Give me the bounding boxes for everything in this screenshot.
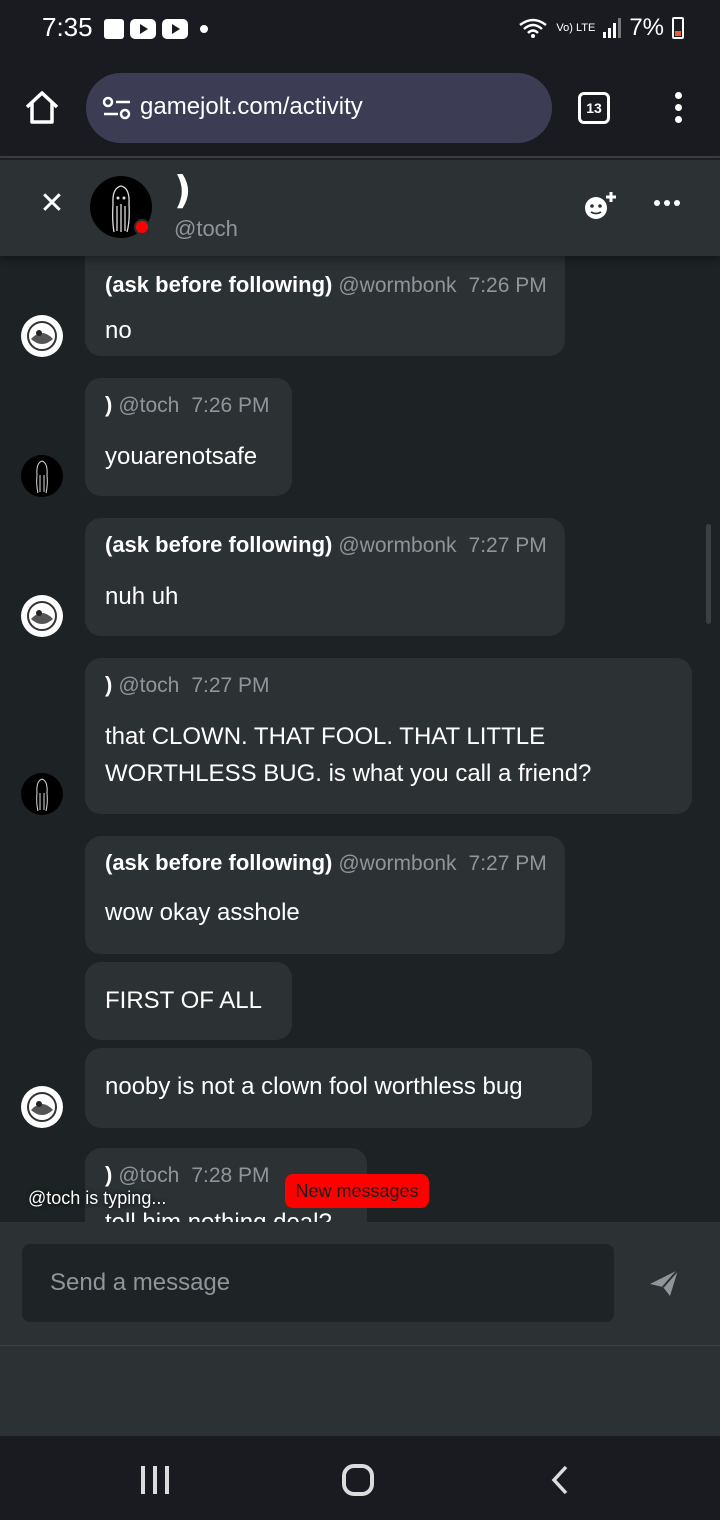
message-username[interactable]: @toch [118, 674, 179, 697]
message-bubble: (ask before following) @wormbonk 7:27 PM w… [85, 836, 565, 954]
home-button-icon[interactable] [342, 1464, 374, 1496]
scrollbar[interactable] [706, 524, 711, 624]
youtube-icon [130, 19, 156, 39]
avatar[interactable] [21, 315, 63, 357]
signal-icon [603, 18, 622, 38]
send-icon[interactable] [648, 1268, 680, 1298]
message-author[interactable]: (ask before following) [105, 532, 332, 557]
battery-icon [672, 17, 684, 39]
close-icon[interactable]: ✕ [38, 189, 66, 219]
message-time: 7:26 PM [191, 394, 270, 417]
composer [0, 1222, 720, 1346]
message-text-line: that CLOWN. THAT FOOL. THAT LITTLE [105, 723, 546, 750]
message-time: 7:28 PM [191, 1164, 270, 1187]
message-input[interactable] [22, 1244, 614, 1322]
message-text: nuh uh [105, 583, 179, 610]
home-icon[interactable] [22, 88, 62, 128]
typing-indicator: @toch is typing... [28, 1188, 167, 1208]
message-bubble: ) @toch 7:26 PM youarenotsafe [85, 378, 292, 496]
message-bubble: ) @toch 7:27 PM that CLOWN. THAT FOOL. THA… [85, 658, 692, 814]
new-messages-button[interactable]: New messages [285, 1174, 429, 1208]
message-bubble: (ask before following) @wormbonk 7:27 PM n… [85, 518, 565, 636]
message-username[interactable]: @wormbonk [338, 534, 456, 557]
recent-apps-icon[interactable] [141, 1466, 169, 1494]
more-notifications-icon [200, 25, 208, 33]
avatar[interactable] [21, 1086, 63, 1128]
keyboard-spacer [0, 1346, 720, 1436]
avatar[interactable] [21, 595, 63, 637]
youtube-icon [162, 19, 188, 39]
status-bar: 7:35 Vo) LTE 7% [0, 0, 720, 60]
notification-icons [104, 19, 208, 39]
back-icon[interactable] [548, 1464, 572, 1496]
message-author[interactable]: ) [105, 392, 112, 417]
message-bubble: (ask before following) @wormbonk 7:26 PM n… [85, 256, 565, 356]
message-author[interactable]: ) [105, 1162, 112, 1187]
message-username[interactable]: @wormbonk [338, 274, 456, 297]
gallery-icon [104, 19, 124, 39]
message-text: nooby is not a clown fool worthless bug [105, 1073, 523, 1100]
message-time: 7:26 PM [468, 274, 547, 297]
message-list[interactable]: (ask before following) @wormbonk 7:26 PM n… [0, 256, 720, 1222]
browser-toolbar: gamejolt.com/activity 13 [0, 60, 720, 158]
message-time: 7:27 PM [468, 534, 547, 557]
avatar-drawing [36, 778, 48, 812]
url-text[interactable]: gamejolt.com/activity [140, 93, 363, 121]
avatar[interactable] [21, 773, 63, 815]
avatar-drawing [27, 321, 57, 351]
address-bar[interactable]: gamejolt.com/activity [86, 73, 552, 143]
chat-username[interactable]: @toch [174, 216, 238, 242]
message-text: FIRST OF ALL [105, 987, 262, 1014]
message-author[interactable]: (ask before following) [105, 850, 332, 875]
chat-header: ✕ ) @toch [0, 160, 720, 256]
message-username[interactable]: @toch [118, 394, 179, 417]
volte-label: Vo) LTE [556, 21, 596, 34]
message-username[interactable]: @wormbonk [338, 852, 456, 875]
message-username[interactable]: @toch [118, 1164, 179, 1187]
avatar[interactable] [21, 455, 63, 497]
message-time: 7:27 PM [468, 852, 547, 875]
message-bubble: FIRST OF ALL [85, 962, 292, 1040]
online-status-dot [134, 219, 150, 235]
avatar-drawing [27, 601, 57, 631]
tab-switcher-button[interactable]: 13 [578, 92, 610, 124]
status-time: 7:35 [42, 12, 93, 42]
message-text: no [105, 317, 132, 344]
wifi-icon [519, 18, 548, 38]
message-text-line: WORTHLESS BUG. is what you call a friend… [105, 760, 592, 787]
message-text: wow okay asshole [105, 899, 300, 926]
battery-percent: 7% [629, 14, 664, 41]
message-bubble: nooby is not a clown fool worthless bug [85, 1048, 592, 1128]
system-nav-bar [0, 1436, 720, 1520]
message-time: 7:27 PM [191, 674, 270, 697]
message-text: youarenotsafe [105, 443, 258, 470]
message-author[interactable]: ) [105, 672, 112, 697]
more-horizontal-icon[interactable] [654, 200, 680, 206]
system-icons: Vo) LTE 7% [518, 14, 684, 42]
browser-menu-icon[interactable] [670, 92, 686, 126]
avatar-drawing [27, 1092, 57, 1122]
add-friend-icon[interactable] [583, 190, 617, 222]
avatar-drawing [36, 460, 48, 494]
message-author[interactable]: (ask before following) [105, 272, 332, 297]
site-settings-icon[interactable] [102, 96, 132, 120]
chat-name: ) [174, 168, 192, 212]
